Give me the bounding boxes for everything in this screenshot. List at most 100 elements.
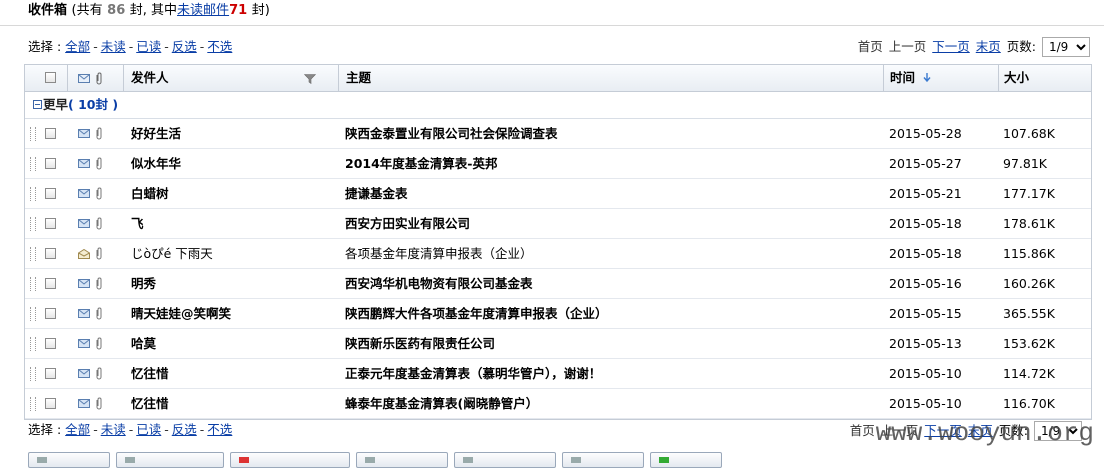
- unread-envelope-icon: [78, 369, 90, 378]
- pager-last-link[interactable]: 末页: [976, 37, 1001, 57]
- toolbar-button[interactable]: [28, 452, 110, 468]
- sort-down-arrow-icon[interactable]: [923, 73, 931, 83]
- row-checkbox[interactable]: [45, 188, 56, 199]
- toolbar-button[interactable]: [454, 452, 556, 468]
- row-size: 107.68K: [1003, 126, 1055, 141]
- select-invert-link[interactable]: 反选: [172, 422, 197, 437]
- drag-handle[interactable]: [30, 307, 36, 321]
- row-checkbox[interactable]: [45, 338, 56, 349]
- select-none-link[interactable]: 不选: [207, 39, 232, 54]
- row-sender[interactable]: 白蜡树: [131, 179, 331, 208]
- drag-handle[interactable]: [30, 277, 36, 291]
- row-checkbox-wrap[interactable]: [45, 218, 56, 229]
- drag-handle[interactable]: [30, 187, 36, 201]
- table-row[interactable]: 晴天娃娃@笑啊笑 陕西鹏辉大件各项基金年度清算申报表（企业） 2015-05-15 3…: [25, 299, 1091, 329]
- row-checkbox-wrap[interactable]: [45, 398, 56, 409]
- select-read-link[interactable]: 已读: [136, 422, 161, 437]
- row-subject[interactable]: 蜂泰年度基金清算表(阚晓静管户）: [345, 389, 885, 418]
- drag-handle[interactable]: [30, 247, 36, 261]
- unread-envelope-icon: [78, 339, 90, 348]
- row-size: 160.26K: [1003, 276, 1055, 291]
- row-subject[interactable]: 各项基金年度清算申报表（企业）: [345, 239, 885, 268]
- pager-next-link[interactable]: 下一页: [932, 37, 970, 57]
- drag-handle[interactable]: [30, 367, 36, 381]
- row-sender[interactable]: 晴天娃娃@笑啊笑: [131, 299, 331, 328]
- table-row[interactable]: 忆往惜 蜂泰年度基金清算表(阚晓静管户） 2015-05-10 116.70K: [25, 389, 1091, 419]
- table-row[interactable]: 飞西安方田实业有限公司 2015-05-18 178.61K: [25, 209, 1091, 239]
- column-header-time[interactable]: 时间: [890, 65, 915, 91]
- column-header-subject[interactable]: 主题: [346, 65, 371, 91]
- table-row[interactable]: 哈莫 陕西新乐医药有限责任公司 2015-05-13 153.62K: [25, 329, 1091, 359]
- row-checkbox-wrap[interactable]: [45, 158, 56, 169]
- page-select[interactable]: 1/9: [1042, 37, 1090, 57]
- table-row[interactable]: 明秀 西安鸿华机电物资有限公司基金表 2015-05-16 160.26K: [25, 269, 1091, 299]
- toolbar-button[interactable]: [116, 452, 224, 468]
- row-sender[interactable]: じòぴé 下雨天: [131, 239, 331, 268]
- drag-handle[interactable]: [30, 217, 36, 231]
- collapse-minus-icon[interactable]: [33, 100, 42, 109]
- row-checkbox[interactable]: [45, 368, 56, 379]
- drag-handle[interactable]: [30, 127, 36, 141]
- drag-handle[interactable]: [30, 397, 36, 411]
- select-all-checkbox[interactable]: [45, 72, 56, 83]
- select-read-link[interactable]: 已读: [136, 39, 161, 54]
- row-checkbox-wrap[interactable]: [45, 338, 56, 349]
- row-time: 2015-05-28: [889, 126, 962, 141]
- row-sender[interactable]: 明秀: [131, 269, 331, 298]
- toolbar-button[interactable]: [562, 452, 644, 468]
- column-header-size[interactable]: 大小: [1004, 65, 1029, 91]
- row-sender[interactable]: 忆往惜: [131, 389, 331, 418]
- row-subject[interactable]: 西安鸿华机电物资有限公司基金表: [345, 269, 885, 298]
- row-checkbox[interactable]: [45, 158, 56, 169]
- row-checkbox-wrap[interactable]: [45, 248, 56, 259]
- row-checkbox[interactable]: [45, 218, 56, 229]
- row-sender[interactable]: 忆往惜: [131, 359, 331, 388]
- table-row[interactable]: 白蜡树 捷谦基金表 2015-05-21 177.17K: [25, 179, 1091, 209]
- drag-handle[interactable]: [30, 157, 36, 171]
- toolbar-icon: [125, 457, 135, 463]
- row-sender[interactable]: 哈莫: [131, 329, 331, 358]
- group-header-earlier[interactable]: 更早( 10封 ): [25, 92, 1091, 119]
- table-row[interactable]: 好好生活 陕西金泰置业有限公司社会保险调查表 2015-05-28 107.68K: [25, 119, 1091, 149]
- row-time: 2015-05-18: [889, 246, 962, 261]
- total-count: 86: [107, 3, 126, 18]
- select-all-link[interactable]: 全部: [65, 39, 90, 54]
- select-invert-link[interactable]: 反选: [172, 39, 197, 54]
- row-checkbox[interactable]: [45, 128, 56, 139]
- drag-handle[interactable]: [30, 337, 36, 351]
- row-subject[interactable]: 陕西新乐医药有限责任公司: [345, 329, 885, 358]
- row-checkbox-wrap[interactable]: [45, 308, 56, 319]
- unread-mail-link[interactable]: 未读邮件: [177, 3, 229, 18]
- row-subject[interactable]: 2014年度基金清算表-英邦: [345, 149, 885, 178]
- row-subject[interactable]: 陕西金泰置业有限公司社会保险调查表: [345, 119, 885, 148]
- select-unread-link[interactable]: 未读: [101, 39, 126, 54]
- select-all-checkbox-wrap[interactable]: [45, 72, 56, 83]
- row-subject[interactable]: 正泰元年度基金清算表（慕明华管户），谢谢！: [345, 359, 885, 388]
- row-sender[interactable]: 飞: [131, 209, 331, 238]
- row-checkbox-wrap[interactable]: [45, 278, 56, 289]
- toolbar-button[interactable]: [650, 452, 722, 468]
- filter-funnel-icon[interactable]: [303, 74, 317, 85]
- select-all-link[interactable]: 全部: [65, 422, 90, 437]
- row-checkbox-wrap[interactable]: [45, 128, 56, 139]
- row-subject[interactable]: 西安方田实业有限公司: [345, 209, 885, 238]
- table-row[interactable]: 忆往惜 正泰元年度基金清算表（慕明华管户），谢谢！ 2015-05-10 114.72…: [25, 359, 1091, 389]
- table-row[interactable]: じòぴé 下雨天 各项基金年度清算申报表（企业） 2015-05-18 115.86K: [25, 239, 1091, 269]
- unread-envelope-icon: [78, 189, 90, 198]
- row-checkbox[interactable]: [45, 398, 56, 409]
- table-row[interactable]: 似水年华 2014年度基金清算表-英邦 2015-05-27 97.81K: [25, 149, 1091, 179]
- select-unread-link[interactable]: 未读: [101, 422, 126, 437]
- row-subject[interactable]: 陕西鹏辉大件各项基金年度清算申报表（企业）: [345, 299, 885, 328]
- row-checkbox-wrap[interactable]: [45, 188, 56, 199]
- toolbar-button[interactable]: [356, 452, 448, 468]
- row-sender[interactable]: 好好生活: [131, 119, 331, 148]
- toolbar-button[interactable]: [230, 452, 350, 468]
- row-checkbox[interactable]: [45, 248, 56, 259]
- row-checkbox[interactable]: [45, 278, 56, 289]
- row-checkbox[interactable]: [45, 308, 56, 319]
- row-subject[interactable]: 捷谦基金表: [345, 179, 885, 208]
- row-sender[interactable]: 似水年华: [131, 149, 331, 178]
- column-header-sender[interactable]: 发件人: [131, 65, 169, 91]
- row-checkbox-wrap[interactable]: [45, 368, 56, 379]
- select-none-link[interactable]: 不选: [207, 422, 232, 437]
